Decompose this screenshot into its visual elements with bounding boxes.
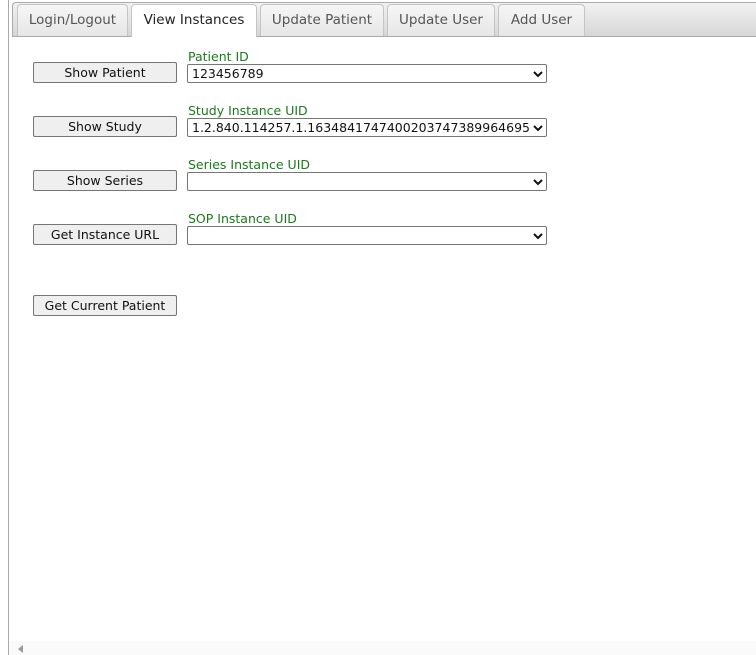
- sop-instance-uid-label: SOP Instance UID: [188, 211, 297, 226]
- show-patient-button[interactable]: Show Patient: [33, 62, 177, 83]
- view-instances-panel: Patient ID Show Patient 123456789 Study …: [9, 37, 756, 641]
- get-current-patient-button[interactable]: Get Current Patient: [33, 295, 177, 316]
- series-instance-uid-select[interactable]: [187, 172, 547, 191]
- chevron-down-icon: [533, 233, 543, 240]
- sop-instance-uid-select[interactable]: [187, 226, 547, 245]
- patient-id-label: Patient ID: [188, 49, 249, 64]
- scroll-left-arrow-icon[interactable]: [18, 645, 23, 653]
- study-instance-uid-select[interactable]: 1.2.840.114257.1.16348417474002037473899…: [187, 118, 547, 137]
- tab-update-user[interactable]: Update User: [387, 4, 495, 36]
- patient-id-value: 123456789: [192, 66, 264, 81]
- chevron-down-icon: [533, 71, 543, 78]
- patient-id-select[interactable]: 123456789: [187, 64, 547, 83]
- horizontal-scrollbar[interactable]: [9, 641, 756, 655]
- tab-login-logout[interactable]: Login/Logout: [17, 4, 128, 36]
- tab-view-instances[interactable]: View Instances: [131, 4, 257, 37]
- chevron-down-icon: [533, 179, 543, 186]
- tab-add-user[interactable]: Add User: [498, 4, 585, 36]
- show-series-button[interactable]: Show Series: [33, 170, 177, 191]
- study-instance-uid-value: 1.2.840.114257.1.16348417474002037473899…: [192, 120, 529, 135]
- tab-update-patient[interactable]: Update Patient: [260, 4, 384, 36]
- show-study-button[interactable]: Show Study: [33, 116, 177, 137]
- chevron-down-icon: [533, 125, 543, 132]
- series-instance-uid-label: Series Instance UID: [188, 157, 311, 172]
- study-instance-uid-label: Study Instance UID: [188, 103, 308, 118]
- get-instance-url-button[interactable]: Get Instance URL: [33, 224, 177, 245]
